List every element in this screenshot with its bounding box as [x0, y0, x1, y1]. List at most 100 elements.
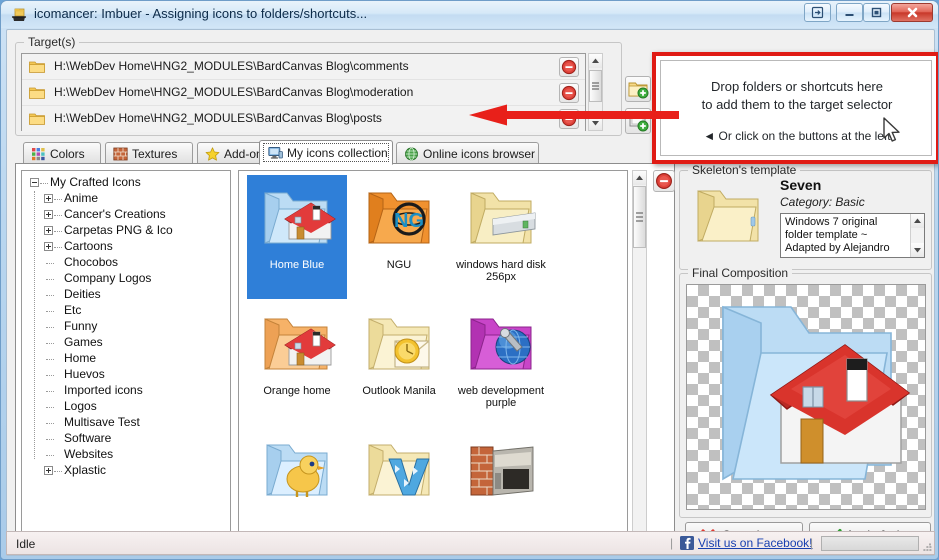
close-icon-button[interactable]: [891, 3, 933, 22]
tree-node-label: Websites: [64, 447, 114, 461]
resize-grip[interactable]: [920, 540, 932, 552]
tree-node-label: Software: [64, 431, 112, 445]
tree-node-etc[interactable]: Etc: [22, 303, 230, 319]
remove-target-button[interactable]: [559, 57, 579, 77]
icon-grid-scrollbar[interactable]: [632, 170, 647, 550]
tree-node-huevos[interactable]: Huevos: [22, 367, 230, 383]
skeleton-template-group: Skeleton's template Seven Category: Basi…: [679, 163, 932, 270]
tree-node-xplastic[interactable]: Xplastic: [22, 463, 230, 479]
expand-icon[interactable]: [44, 242, 53, 251]
tab-online-icons-browser[interactable]: Online icons browser: [396, 142, 539, 164]
skeleton-name: Seven: [780, 177, 822, 193]
expand-icon[interactable]: [44, 210, 53, 219]
expand-icon[interactable]: [44, 466, 53, 475]
folder-ngu-orange-icon: NG: [357, 181, 441, 257]
app-icon: [10, 6, 28, 24]
tab-colors[interactable]: Colors: [23, 142, 101, 164]
tree-node-label: Anime: [64, 191, 99, 205]
tree-node-websites[interactable]: Websites: [22, 447, 230, 463]
add-shortcut-button[interactable]: [625, 108, 651, 134]
icon-label: Orange home: [263, 385, 331, 397]
scroll-up-icon[interactable]: [911, 214, 924, 228]
add-folder-button[interactable]: [625, 76, 651, 102]
tree-node-label: Funny: [64, 319, 98, 333]
folder-icon: [29, 61, 45, 73]
maximize-icon-button[interactable]: [863, 3, 890, 22]
skeleton-description-box[interactable]: Windows 7 original folder template ~ Ada…: [780, 213, 925, 258]
scroll-down-icon[interactable]: [911, 243, 924, 257]
icon-grid-item[interactable]: Outlook Manila: [349, 301, 449, 425]
scroll-up-icon[interactable]: [589, 54, 602, 68]
target-row[interactable]: H:\WebDev Home\HNG2_MODULES\BardCanvas B…: [22, 54, 585, 80]
status-separator: |: [810, 536, 814, 550]
tree-node-games[interactable]: Games: [22, 335, 230, 351]
target-path: H:\WebDev Home\HNG2_MODULES\BardCanvas B…: [54, 85, 414, 99]
icon-grid-item[interactable]: web development purple: [451, 301, 551, 425]
folder-tree[interactable]: My Crafted Icons Anime Cancer's Creation…: [21, 170, 231, 550]
facebook-link[interactable]: Visit us on Facebook!: [698, 536, 813, 550]
svg-text:NG: NG: [394, 210, 424, 232]
scrollbar-thumb[interactable]: [589, 70, 602, 102]
drop-zone-line1: Drop folders or shortcuts here: [711, 79, 883, 94]
tree-node-home[interactable]: Home: [22, 351, 230, 367]
icon-grid-item[interactable]: Orange home: [247, 301, 347, 425]
icon-label: web development purple: [457, 385, 545, 409]
tree-node-anime[interactable]: Anime: [22, 191, 230, 207]
tree-node-imported-icons[interactable]: Imported icons: [22, 383, 230, 399]
tree-node-software[interactable]: Software: [22, 431, 230, 447]
remove-target-button[interactable]: [559, 109, 579, 129]
folder-globe-wrench-purple-icon: [459, 307, 543, 383]
folder-v-cream-icon: [357, 433, 441, 509]
tab-my-icons-collection[interactable]: My icons collection: [259, 140, 393, 165]
tree-node-label: Huevos: [64, 367, 105, 381]
remove-target-button[interactable]: [559, 83, 579, 103]
skeleton-description-scrollbar[interactable]: [910, 214, 924, 257]
tree-node-funny[interactable]: Funny: [22, 319, 230, 335]
icon-grid-item[interactable]: Home Blue: [247, 175, 347, 299]
status-text: Idle: [16, 537, 36, 551]
tree-node-cartoons[interactable]: Cartoons: [22, 239, 230, 255]
tab-label: Online icons browser: [423, 147, 536, 161]
icon-grid-item[interactable]: windows hard disk 256px: [451, 175, 551, 299]
scroll-up-icon[interactable]: [633, 171, 646, 185]
target-row[interactable]: H:\WebDev Home\HNG2_MODULES\BardCanvas B…: [22, 80, 585, 106]
client-area: Target(s) H:\WebDev Home\HNG2_MODULES\Ba…: [6, 29, 938, 556]
login-icon-button[interactable]: [804, 3, 831, 22]
target-list-scrollbar[interactable]: [588, 53, 603, 131]
remove-icon-button[interactable]: [653, 170, 675, 192]
folder-icon: [29, 87, 45, 99]
status-bar: Idle | Visit us on Facebook! |: [6, 531, 935, 555]
tree-node-carpetas-png-ico[interactable]: Carpetas PNG & Ico: [22, 223, 230, 239]
expand-icon[interactable]: [44, 194, 53, 203]
tree-node-label: Games: [64, 335, 103, 349]
tree-node-deities[interactable]: Deities: [22, 287, 230, 303]
folder-house-orange-icon: [255, 307, 339, 383]
tree-node-logos[interactable]: Logos: [22, 399, 230, 415]
tree-node-label: Logos: [64, 399, 97, 413]
expand-icon[interactable]: [44, 226, 53, 235]
tab-textures[interactable]: Textures: [105, 142, 193, 164]
minimize-icon-button[interactable]: [836, 3, 863, 22]
icon-label: Home Blue: [269, 259, 325, 271]
icons-collection-panel: My Crafted Icons Anime Cancer's Creation…: [15, 163, 675, 555]
tree-node-label: Etc: [64, 303, 82, 317]
application-window: icomancer: Imbuer - Assigning icons to f…: [0, 0, 939, 560]
collapse-icon[interactable]: [30, 178, 39, 187]
facebook-icon: [680, 536, 694, 550]
targets-legend: Target(s): [24, 35, 80, 49]
tree-node-multisave-test[interactable]: Multisave Test: [22, 415, 230, 431]
scroll-down-icon[interactable]: [589, 116, 602, 130]
tree-node-cancers-creations[interactable]: Cancer's Creations: [22, 207, 230, 223]
drop-zone[interactable]: Drop folders or shortcuts here to add th…: [660, 60, 932, 156]
tree-node-company-logos[interactable]: Company Logos: [22, 271, 230, 287]
tree-node-root[interactable]: My Crafted Icons: [22, 175, 230, 191]
target-row[interactable]: H:\WebDev Home\HNG2_MODULES\BardCanvas B…: [22, 106, 585, 132]
scrollbar-thumb[interactable]: [633, 186, 646, 248]
tree-node-chocobos[interactable]: Chocobos: [22, 255, 230, 271]
target-list[interactable]: H:\WebDev Home\HNG2_MODULES\BardCanvas B…: [21, 53, 586, 132]
icon-grid-item[interactable]: NG NGU: [349, 175, 449, 299]
status-separator: |: [670, 536, 674, 550]
skeleton-legend: Skeleton's template: [688, 163, 801, 177]
window-title: icomancer: Imbuer - Assigning icons to f…: [34, 6, 368, 21]
icon-grid[interactable]: Home Blue NG NGU windows hard disk 256px…: [238, 170, 628, 550]
